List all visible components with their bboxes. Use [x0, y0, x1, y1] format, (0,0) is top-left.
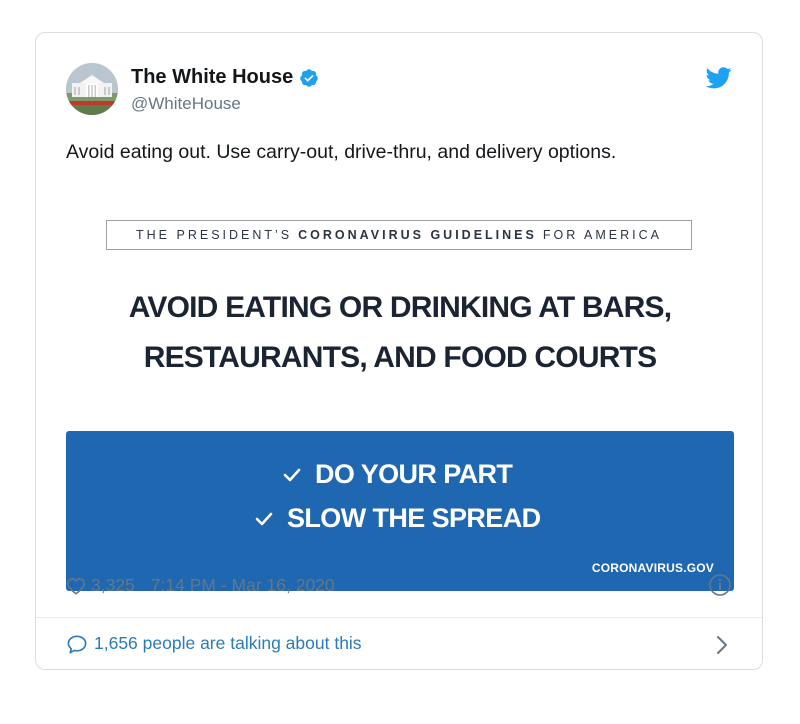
like-count[interactable]: 3,325: [91, 575, 135, 596]
twitter-bird-icon[interactable]: [706, 67, 732, 89]
speech-bubble-icon: [67, 634, 87, 653]
author-handle[interactable]: @WhiteHouse: [131, 94, 241, 114]
info-icon[interactable]: [708, 573, 732, 597]
headline-line-2: RESTAURANTS, AND FOOD COURTS: [143, 341, 657, 374]
tweet-text: Avoid eating out. Use carry-out, drive-t…: [66, 141, 617, 163]
check-line-1: DO YOUR PART: [283, 459, 513, 490]
check-text-2: SLOW THE SPREAD: [287, 503, 541, 533]
guidelines-banner: THE PRESIDENT’S CORONAVIRUS GUIDELINES F…: [106, 220, 692, 250]
tweet-timestamp[interactable]: 7:14 PM - Mar 16, 2020: [151, 575, 335, 596]
avatar[interactable]: [66, 63, 118, 115]
guideline-suffix: FOR AMERICA: [542, 228, 662, 242]
tweet-card[interactable]: The White House @WhiteHouse Avoid eating…: [35, 32, 763, 670]
talking-count-text[interactable]: 1,656 people are talking about this: [94, 633, 362, 654]
chevron-right-icon[interactable]: [716, 635, 728, 655]
conversation-link[interactable]: 1,656 people are talking about this: [66, 633, 362, 654]
guideline-prefix: THE PRESIDENT’S: [136, 228, 293, 242]
author-name[interactable]: The White House: [131, 66, 293, 89]
divider: [36, 617, 762, 618]
source-label: CORONAVIRUS.GOV: [591, 561, 714, 575]
verified-badge-icon: [300, 68, 318, 87]
heart-icon[interactable]: [66, 577, 86, 595]
tweet-image[interactable]: THE PRESIDENT’S CORONAVIRUS GUIDELINES F…: [66, 205, 734, 591]
white-house-avatar-image: [66, 63, 118, 115]
checkmark-icon: [255, 512, 273, 525]
checkmark-icon: [283, 468, 301, 481]
guideline-bold: CORONAVIRUS GUIDELINES: [298, 228, 537, 242]
image-headline: AVOID EATING OR DRINKING AT BARS, RESTAU…: [66, 283, 734, 383]
slogan-panel: DO YOUR PART SLOW THE SPREAD CORONAVIRUS…: [66, 431, 734, 591]
author-row[interactable]: The White House: [131, 66, 319, 89]
check-line-2: SLOW THE SPREAD: [255, 503, 541, 534]
tweet-meta: 3,325 7:14 PM - Mar 16, 2020: [66, 575, 335, 596]
headline-line-1: AVOID EATING OR DRINKING AT BARS,: [128, 291, 672, 324]
check-text-1: DO YOUR PART: [315, 459, 513, 489]
